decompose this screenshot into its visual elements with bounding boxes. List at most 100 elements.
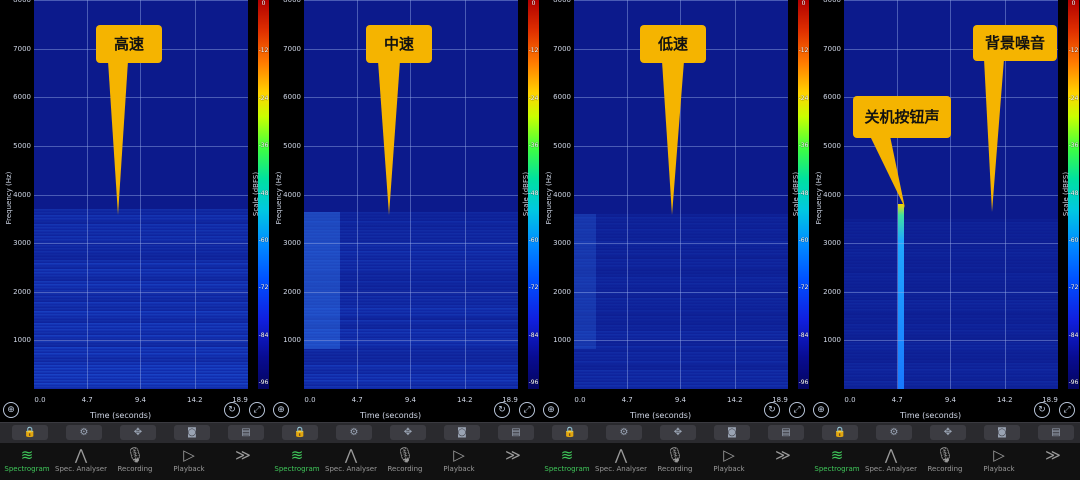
settings-dial-icon[interactable]: ⚙ [876, 425, 912, 440]
x-tick-label: 18.9 [772, 396, 788, 404]
tab-more[interactable]: ≫ [756, 443, 810, 480]
tab-spec-analyser[interactable]: ⋀ Spec. Analyser [864, 443, 918, 480]
tab-label: Spectrogram [814, 465, 860, 473]
spectrogram-panel: Frequency (Hz) Scale (dBFS) Time (second… [270, 0, 540, 480]
spectrogram-panel: Frequency (Hz) Scale (dBFS) Time (second… [0, 0, 270, 480]
expand-icon[interactable]: ⤢ [789, 402, 805, 418]
lock-icon[interactable]: 🔒 [822, 425, 858, 440]
info-icon[interactable]: ⊕ [3, 402, 19, 418]
tab-spec-analyser[interactable]: ⋀ Spec. Analyser [594, 443, 648, 480]
tab-label: Playback [173, 465, 205, 473]
tab-spectrogram[interactable]: ≋ Spectrogram [0, 443, 54, 480]
info-icon[interactable]: ⊕ [543, 402, 559, 418]
scale-tick-label: -24 [258, 94, 269, 102]
y-tick-label: 1000 [13, 336, 31, 345]
x-tick-label: 14.2 [186, 396, 203, 404]
tab-playback[interactable]: ▷ Playback [702, 443, 756, 480]
tab-spectrogram[interactable]: ≋ Spectrogram [270, 443, 324, 480]
grid-line-vertical [87, 0, 89, 389]
x-tick-label: 9.4 [404, 396, 416, 404]
export-icon[interactable]: ▤ [1038, 425, 1074, 440]
y-tick-label: 7000 [553, 44, 571, 53]
more-icon: ≫ [775, 446, 791, 464]
tab-playback[interactable]: ▷ Playback [432, 443, 486, 480]
info-icon[interactable]: ⊕ [273, 402, 289, 418]
camera-icon[interactable]: ◙ [714, 425, 750, 440]
tab-recording[interactable]: 🎙 Recording [108, 443, 162, 480]
export-icon[interactable]: ▤ [228, 425, 264, 440]
tab-label: Recording [117, 465, 153, 473]
move-dial-icon[interactable]: ✥ [660, 425, 696, 440]
grid-line-vertical [194, 0, 196, 389]
grid-line-vertical [627, 0, 629, 389]
tab-more[interactable]: ≫ [486, 443, 540, 480]
tab-label: Recording [657, 465, 693, 473]
x-tick-label: 9.4 [674, 396, 686, 404]
toolbar: 🔒 ⚙ ✥ ◙ ▤ [810, 422, 1080, 443]
x-tick-label: 9.4 [944, 396, 956, 404]
settings-dial-icon[interactable]: ⚙ [66, 425, 102, 440]
y-tick-label: 7000 [283, 44, 301, 53]
y-tick-label: 5000 [553, 141, 571, 150]
scale-tick-label: -48 [528, 189, 539, 197]
y-tick-label: 2000 [823, 287, 841, 296]
camera-icon[interactable]: ◙ [984, 425, 1020, 440]
lock-icon[interactable]: 🔒 [282, 425, 318, 440]
move-dial-icon[interactable]: ✥ [120, 425, 156, 440]
tab-spec-analyser[interactable]: ⋀ Spec. Analyser [324, 443, 378, 480]
early-energy-band [574, 213, 596, 349]
camera-icon[interactable]: ◙ [174, 425, 210, 440]
reset-icon[interactable]: ↻ [764, 402, 780, 418]
scale-tick-label: -36 [528, 142, 539, 150]
tab-recording[interactable]: 🎙 Recording [648, 443, 702, 480]
tab-recording[interactable]: 🎙 Recording [918, 443, 972, 480]
toolbar: 🔒 ⚙ ✥ ◙ ▤ [270, 422, 540, 443]
reset-icon[interactable]: ↻ [494, 402, 510, 418]
microphone-icon: 🎙 [125, 446, 145, 464]
tab-spectrogram[interactable]: ≋ Spectrogram [540, 443, 594, 480]
reset-icon[interactable]: ↻ [224, 402, 240, 418]
tab-recording[interactable]: 🎙 Recording [378, 443, 432, 480]
scale-tick-label: -48 [798, 189, 809, 197]
reset-icon[interactable]: ↻ [1034, 402, 1050, 418]
settings-dial-icon[interactable]: ⚙ [606, 425, 642, 440]
export-icon[interactable]: ▤ [768, 425, 804, 440]
play-icon: ▷ [993, 446, 1005, 464]
scale-tick-label: -96 [528, 379, 539, 386]
scale-tick-label: -84 [258, 331, 269, 339]
expand-icon[interactable]: ⤢ [1059, 402, 1075, 418]
export-icon[interactable]: ▤ [498, 425, 534, 440]
x-tick-label: 18.9 [232, 396, 248, 404]
tab-spec-analyser[interactable]: ⋀ Spec. Analyser [54, 443, 108, 480]
x-axis-label: Time (seconds) [90, 411, 152, 420]
tab-label: Playback [713, 465, 745, 473]
move-dial-icon[interactable]: ✥ [390, 425, 426, 440]
spectrum-icon: ⋀ [884, 446, 898, 464]
y-tick-label: 5000 [13, 141, 31, 150]
tab-more[interactable]: ≫ [216, 443, 270, 480]
grid-line-vertical [950, 0, 952, 389]
lock-icon[interactable]: 🔒 [12, 425, 48, 440]
spectrogram-icon: ≋ [560, 446, 574, 464]
tab-spectrogram[interactable]: ≋ Spectrogram [810, 443, 864, 480]
scale-tick-label: 0 [801, 0, 806, 7]
tab-more[interactable]: ≫ [1026, 443, 1080, 480]
expand-icon[interactable]: ⤢ [519, 402, 535, 418]
tab-playback[interactable]: ▷ Playback [162, 443, 216, 480]
microphone-icon: 🎙 [935, 446, 955, 464]
camera-icon[interactable]: ◙ [444, 425, 480, 440]
info-icon[interactable]: ⊕ [813, 402, 829, 418]
play-icon: ▷ [723, 446, 735, 464]
y-tick-label: 8000 [13, 0, 31, 4]
lock-icon[interactable]: 🔒 [552, 425, 588, 440]
tab-label: Recording [927, 465, 963, 473]
spectrogram-panel: Frequency (Hz) Scale (dBFS) Time (second… [810, 0, 1080, 480]
x-axis-label: Time (seconds) [900, 411, 962, 420]
settings-dial-icon[interactable]: ⚙ [336, 425, 372, 440]
spectrum-icon: ⋀ [614, 446, 628, 464]
tab-playback[interactable]: ▷ Playback [972, 443, 1026, 480]
expand-icon[interactable]: ⤢ [249, 402, 265, 418]
scale-tick-label: -72 [1068, 284, 1079, 292]
y-tick-label: 3000 [13, 239, 31, 248]
move-dial-icon[interactable]: ✥ [930, 425, 966, 440]
